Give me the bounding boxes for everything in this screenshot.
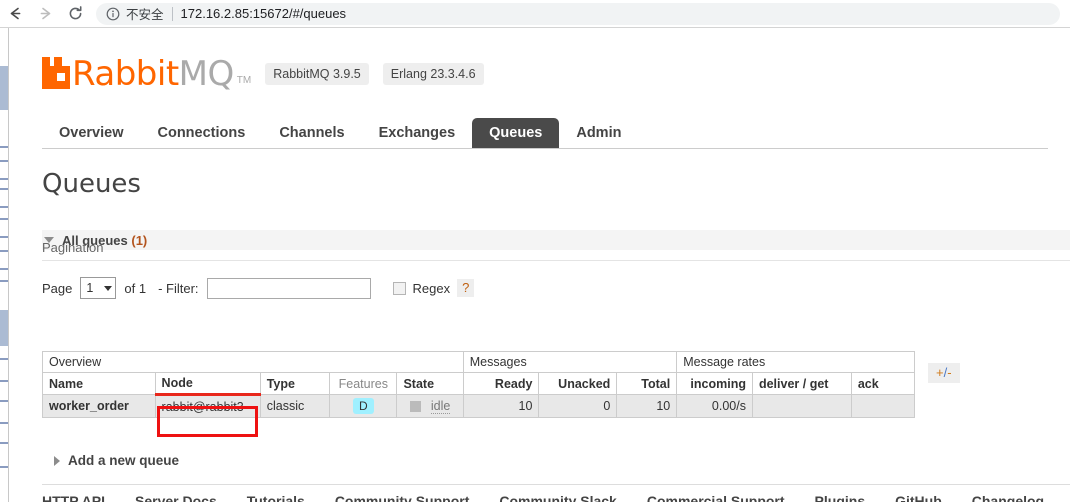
forward-arrow-icon [37,5,54,22]
cell-rate-ack [850,394,916,418]
page-title: Queues [42,169,141,199]
page-number-value: 1 [86,281,94,295]
column-header-ready[interactable]: Ready [462,372,540,395]
cell-queue-node: rabbit@rabbit3 [154,394,261,418]
toggle-columns-button[interactable]: +/- [928,363,960,383]
rabbitmq-version-badge: RabbitMQ 3.9.5 [265,62,369,85]
footer-link-commercial-support[interactable]: Commercial Support [647,493,785,502]
queues-table: Overview Messages Message rates Name Nod… [42,351,916,418]
column-header-ack[interactable]: ack [850,372,916,395]
page-number-select[interactable]: 1 [80,277,117,299]
pagination-heading: Pagination [42,240,104,255]
back-arrow-icon [7,5,24,22]
omnibox-divider [171,6,173,21]
footer-link-server-docs[interactable]: Server Docs [135,493,217,502]
add-new-queue-section[interactable]: Add a new queue [52,453,179,468]
column-header-incoming[interactable]: incoming [676,372,753,395]
footer-link-tutorials[interactable]: Tutorials [247,493,305,502]
footer-divider [42,484,1070,485]
chevron-down-icon [104,285,113,291]
tab-exchanges[interactable]: Exchanges [362,118,473,149]
footer-link-http-api[interactable]: HTTP API [42,493,105,502]
rabbitmq-logo-icon[interactable] [42,57,70,89]
cell-queue-type: classic [259,394,331,418]
tab-overview[interactable]: Overview [42,118,141,149]
filter-input[interactable] [206,277,371,299]
app-logo-text[interactable]: RabbitMQ [72,57,234,91]
cell-rate-incoming: 0.00/s [676,394,753,418]
cell-queue-name[interactable]: worker_order [42,394,156,418]
column-header-node[interactable]: Node [154,372,261,396]
column-header-deliver-get[interactable]: deliver / get [751,372,852,395]
plus-sign: + [936,365,944,380]
pagination-divider [42,260,1070,261]
minus-sign: - [947,365,952,380]
cell-rate-deliver-get [751,394,852,418]
page-label: Page [42,280,73,296]
erlang-version-badge: Erlang 23.3.4.6 [382,62,484,85]
table-row[interactable]: worker_order rabbit@rabbit3 classic D id… [42,394,916,418]
browser-toolbar: 不安全 172.16.2.85:15672/#/queues [0,0,1070,28]
tab-admin[interactable]: Admin [559,118,638,149]
background-window-sliver [0,28,9,502]
tab-connections[interactable]: Connections [141,118,263,149]
group-header-message-rates: Message rates [676,351,915,373]
regex-checkbox[interactable] [392,281,406,295]
footer-link-plugins[interactable]: Plugins [815,493,866,502]
group-header-overview: Overview [42,351,464,373]
state-swatch-icon [409,400,421,412]
table-group-header-row: Overview Messages Message rates [42,351,915,373]
regex-help-button[interactable]: ? [457,279,475,297]
cell-queue-features: D [329,394,398,418]
page-count-label: of 1 [124,280,147,296]
info-circle-icon[interactable] [106,7,120,21]
cell-messages-ready: 10 [462,394,540,418]
column-header-state[interactable]: State [396,372,464,395]
back-button[interactable] [0,0,30,28]
reload-icon [67,5,84,22]
filter-label: - Filter: [158,280,199,296]
browser-viewport: RabbitMQ TM RabbitMQ 3.9.5 Erlang 23.3.4… [10,29,1070,502]
url-text: 172.16.2.85:15672/#/queues [180,6,347,21]
footer-link-community-slack[interactable]: Community Slack [499,493,616,502]
reload-button[interactable] [60,0,90,28]
footer-links: HTTP API Server Docs Tutorials Community… [42,493,1044,502]
footer-link-changelog[interactable]: Changelog [972,493,1044,502]
logo-text-primary: Rabbit [72,54,179,94]
column-header-type[interactable]: Type [259,372,331,395]
cell-queue-state: idle [396,394,464,418]
group-header-messages: Messages [462,351,678,373]
app-header: RabbitMQ TM RabbitMQ 3.9.5 Erlang 23.3.4… [42,55,484,91]
all-queues-section-header[interactable]: All queues (1) [42,230,1070,250]
address-bar[interactable]: 不安全 172.16.2.85:15672/#/queues [96,2,1060,25]
tab-queues[interactable]: Queues [472,118,560,149]
pagination-controls: Page 1 of 1 - Filter: Regex ? [42,276,475,300]
column-header-name[interactable]: Name [42,372,156,395]
footer-link-github[interactable]: GitHub [895,493,942,502]
regex-label: Regex [412,280,451,296]
main-navigation: Overview Connections Channels Exchanges … [42,117,1042,149]
security-status-text: 不安全 [126,8,164,22]
durable-badge: D [352,398,374,414]
trademark-mark: TM [236,75,252,86]
state-text: idle [430,398,451,414]
forward-button[interactable] [30,0,60,28]
nav-underline [42,148,1048,149]
column-header-unacked[interactable]: Unacked [538,372,618,395]
cell-messages-total: 10 [616,394,678,418]
all-queues-count: (1) [131,232,148,248]
add-new-queue-label: Add a new queue [68,453,180,468]
tab-channels[interactable]: Channels [262,118,361,149]
footer-link-community-support[interactable]: Community Support [335,493,470,502]
column-header-total[interactable]: Total [616,372,678,395]
table-column-header-row: Name Node Type Features State Ready Unac… [42,372,916,396]
cell-messages-unacked: 0 [538,394,618,418]
chevron-right-icon [54,455,60,466]
column-header-features: Features [329,372,398,395]
logo-text-secondary: MQ [178,54,235,94]
